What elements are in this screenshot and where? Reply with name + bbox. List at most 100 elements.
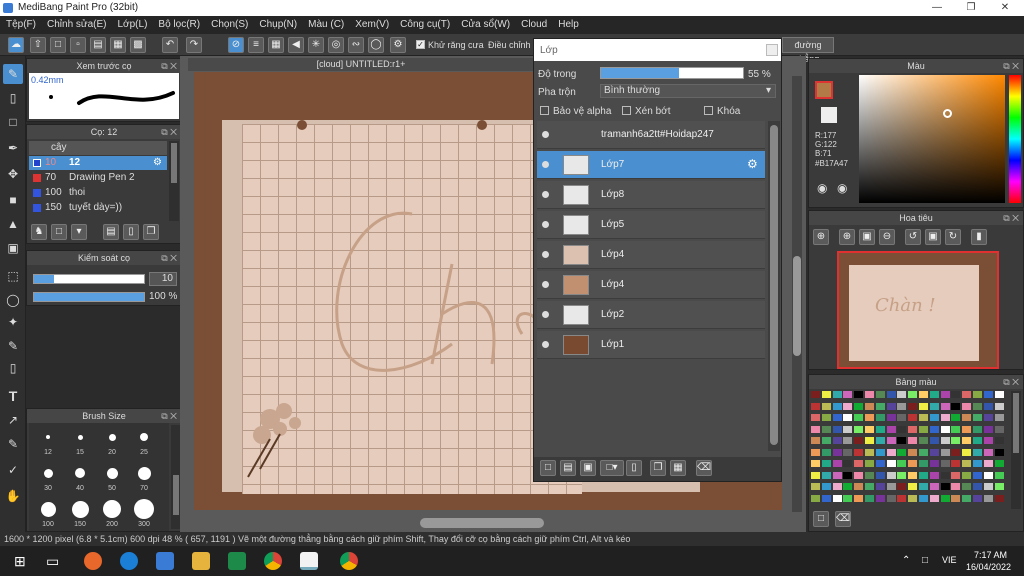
color-swatch[interactable] [929, 391, 939, 398]
color-swatch[interactable] [983, 437, 993, 444]
color-swatch[interactable] [951, 391, 961, 398]
color-swatch[interactable] [994, 494, 1004, 502]
color-swatch[interactable] [832, 425, 842, 433]
brush-item[interactable]: 10 12 ⚙ [29, 156, 167, 170]
brush-item[interactable]: 100 thoi [29, 186, 167, 200]
layer-row[interactable]: Lớp4 [537, 271, 765, 299]
undo-icon[interactable]: ↶ [162, 37, 178, 53]
color-swatch[interactable] [983, 494, 993, 502]
color-swatch[interactable] [865, 483, 874, 490]
task-view-icon[interactable]: ▭ [46, 553, 59, 570]
color-swatch[interactable] [843, 414, 853, 421]
menu-help[interactable]: Help [552, 16, 584, 30]
color-swatch[interactable] [832, 402, 842, 410]
color-swatch[interactable] [919, 437, 928, 444]
color-swatch[interactable] [854, 437, 864, 444]
color-swatch[interactable] [994, 471, 1004, 479]
color-swatch[interactable] [929, 471, 939, 479]
eye-icon[interactable] [542, 221, 549, 228]
select-tool-icon[interactable]: ⬚ [3, 266, 23, 286]
fill-tool-icon[interactable]: ▲ [3, 214, 23, 234]
new-8bit-layer-icon[interactable]: ▣ [580, 460, 596, 476]
color-swatch[interactable] [940, 425, 950, 433]
menu-filter[interactable]: Bộ lọc(R) [152, 16, 205, 30]
fit-icon[interactable]: ▣ [859, 229, 875, 245]
pen-tool-icon[interactable]: ✒ [3, 138, 23, 158]
move-tool-icon[interactable]: ✥ [3, 164, 23, 184]
color-swatch[interactable] [962, 402, 972, 410]
color-swatch[interactable] [875, 425, 885, 433]
color-swatch[interactable] [940, 448, 950, 456]
clip-checkbox[interactable] [622, 106, 631, 115]
gradient-tool-icon[interactable]: ▣ [3, 238, 23, 258]
color-swatch[interactable] [940, 402, 950, 410]
edge-icon[interactable] [120, 552, 138, 570]
clock-date[interactable]: 16/04/2022 [966, 562, 1011, 572]
color-swatch[interactable] [919, 448, 928, 456]
color-swatch[interactable] [832, 494, 842, 502]
folder-icon[interactable]: ▯ [626, 460, 642, 476]
layer-row[interactable]: Lớp4 [537, 241, 765, 269]
color-swatch[interactable] [940, 494, 950, 502]
color-swatch[interactable] [951, 448, 961, 456]
brush-scrollbar[interactable] [169, 141, 179, 221]
color-swatch[interactable] [983, 460, 993, 467]
color-swatch[interactable] [919, 425, 928, 433]
vertical-scrollbar[interactable] [792, 76, 802, 512]
frame-icon[interactable]: ▩ [130, 37, 146, 53]
size-slider[interactable] [33, 274, 145, 284]
color-swatch[interactable] [919, 483, 928, 490]
menu-edit[interactable]: Chỉnh sửa(E) [41, 16, 112, 30]
color-picker-icon[interactable]: ◉ [837, 181, 847, 195]
color-swatch[interactable] [994, 437, 1004, 444]
add-brush-icon[interactable]: ♞ [31, 224, 47, 240]
menu-tools[interactable]: Công cụ(T) [394, 16, 455, 30]
parallel-snap-icon[interactable]: ≡ [248, 37, 264, 53]
color-swatch[interactable] [940, 460, 950, 467]
color-swatch[interactable] [811, 414, 820, 421]
reset-rotate-icon[interactable]: ▣ [925, 229, 941, 245]
color-swatch[interactable] [811, 460, 820, 467]
ban-snap-icon[interactable]: ⊘ [228, 37, 244, 53]
color-swatch[interactable] [994, 460, 1004, 467]
windows-start-icon[interactable]: ⊞ [14, 553, 26, 570]
duplicate-layer-icon[interactable]: ❐ [650, 460, 666, 476]
color-swatch[interactable] [973, 460, 982, 467]
undock-icon[interactable]: ⧉ ✕ [161, 125, 177, 139]
color-swatch[interactable] [854, 460, 864, 467]
palette-scrollbar[interactable] [1011, 391, 1021, 509]
color-swatch[interactable] [875, 414, 885, 421]
color-swatch[interactable] [875, 494, 885, 502]
color-swatch[interactable] [811, 471, 820, 479]
eye-icon[interactable] [542, 251, 549, 258]
blend-mode-select[interactable]: Bình thường ▾ [600, 84, 776, 98]
color-swatch[interactable] [983, 471, 993, 479]
undock-icon[interactable]: ⧉ ✕ [1003, 59, 1019, 73]
size-value[interactable]: 10 [149, 272, 177, 286]
color-swatch[interactable] [886, 437, 896, 444]
folder-icon[interactable]: ▯ [123, 224, 139, 240]
eye-icon[interactable] [542, 311, 549, 318]
color-swatch[interactable] [940, 414, 950, 421]
rotate-right-icon[interactable]: ↻ [945, 229, 961, 245]
color-swatch[interactable] [929, 414, 939, 421]
color-swatch[interactable] [865, 402, 874, 410]
chrome-icon[interactable] [264, 552, 282, 570]
zoom-in-2-icon[interactable]: ⊕ [839, 229, 855, 245]
color-swatch[interactable] [811, 437, 820, 444]
clock-time[interactable]: 7:17 AM [974, 550, 1007, 560]
color-swatch[interactable] [886, 448, 896, 456]
color-swatch[interactable] [962, 425, 972, 433]
color-swatch[interactable] [821, 460, 831, 467]
brush-size-cell[interactable]: 30 [33, 461, 63, 495]
color-swatch[interactable] [897, 437, 907, 444]
color-swatch[interactable] [973, 437, 982, 444]
palette-icon[interactable]: ◉ [817, 181, 827, 195]
color-swatch[interactable] [821, 414, 831, 421]
color-swatch[interactable] [951, 414, 961, 421]
circle-snap-icon[interactable]: ◎ [328, 37, 344, 53]
color-swatch[interactable] [951, 437, 961, 444]
hue-slider[interactable] [1009, 75, 1021, 203]
brush-size-cell[interactable]: 12 [33, 425, 63, 459]
color-swatch[interactable] [919, 471, 928, 479]
